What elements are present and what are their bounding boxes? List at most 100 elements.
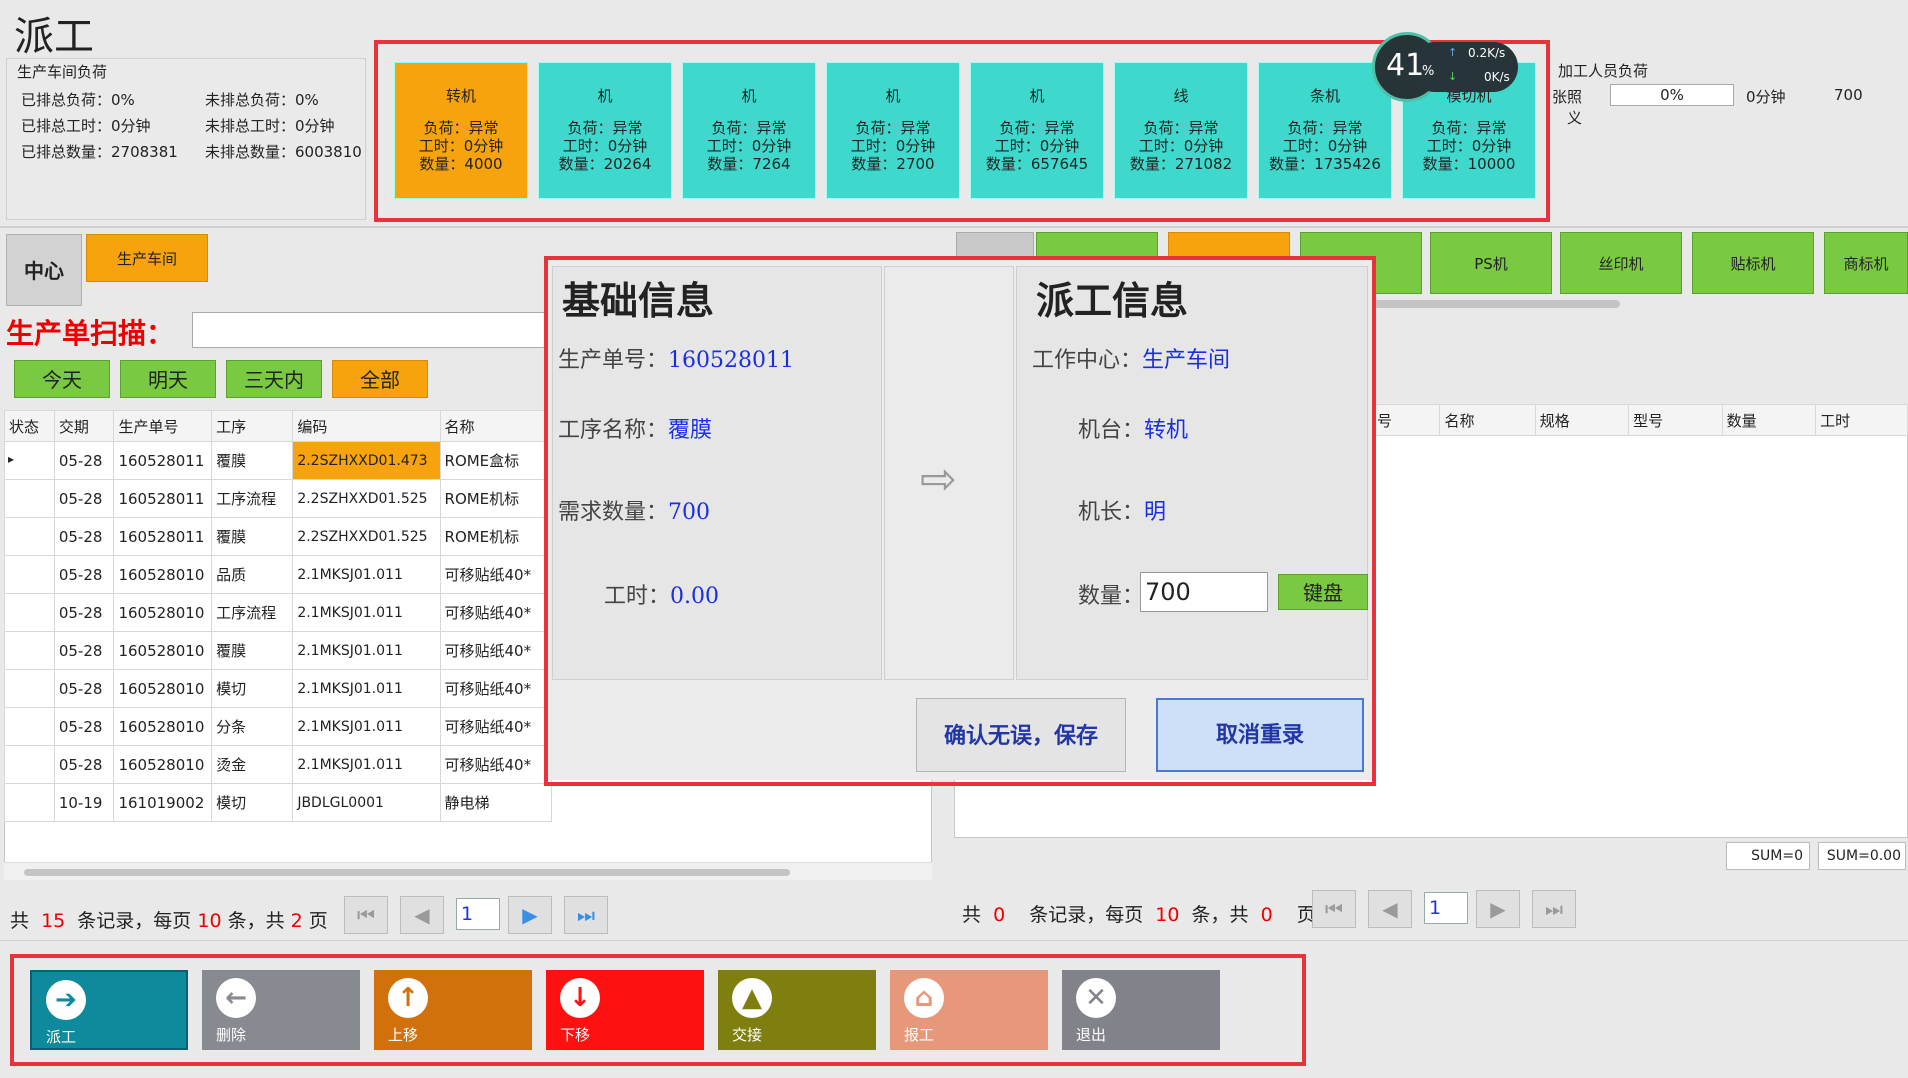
machine-field: 机台：转机 <box>1078 418 1189 443</box>
machine-name: 机 <box>597 87 613 105</box>
table-cell: 05-28 <box>53 745 115 784</box>
right-prev-page-button[interactable]: ◀ <box>1368 890 1412 928</box>
machine-tab[interactable]: 丝印机 <box>1560 232 1682 294</box>
machine-hours: 工时：0分钟 <box>1426 137 1512 155</box>
workshop-load-panel: 生产车间负荷 已排总负荷：0% 未排总负荷：0% 已排总工时：0分钟 未排总工时… <box>6 58 366 220</box>
tab-center[interactable]: 中心 <box>6 234 82 306</box>
table-row[interactable]: 10-19 161019002 模切 JBDLGL0001 静电梯 <box>4 783 553 822</box>
left-last-page-button[interactable]: ⏭ <box>564 896 608 934</box>
machine-card[interactable]: 机负荷：异常 工时：0分钟 数量：7264 <box>682 62 816 199</box>
column-header[interactable]: 状态 <box>4 410 55 442</box>
worker-load-title: 加工人员负荷 <box>1558 62 1649 80</box>
left-first-page-button[interactable]: ⏮ <box>344 896 388 934</box>
column-header[interactable]: 规格 <box>1534 404 1630 436</box>
toolbar-button[interactable]: ↓ 下移 <box>546 970 704 1050</box>
toolbar-button[interactable]: ⌂ 报工 <box>890 970 1048 1050</box>
horizontal-scrollbar[interactable] <box>4 862 932 880</box>
table-cell: 160528010 <box>113 555 213 594</box>
right-page-input[interactable]: 1 <box>1424 892 1468 924</box>
machine-card[interactable]: 机负荷：异常 工时：0分钟 数量：2700 <box>826 62 960 199</box>
right-next-page-button[interactable]: ▶ <box>1476 890 1520 928</box>
machine-hours: 工时：0分钟 <box>1138 137 1224 155</box>
dispatch-info-title: 派工信息 <box>1036 278 1189 323</box>
table-row[interactable]: 05-28 160528010 烫金 2.1MKSJ01.011 可移贴纸40* <box>4 745 553 784</box>
left-next-page-button[interactable]: ▶ <box>508 896 552 934</box>
dispatch-info-pane <box>1016 266 1368 680</box>
tab-workshop[interactable]: 生产车间 <box>86 234 208 282</box>
machine-name: 线 <box>1173 87 1189 105</box>
toolbar-button[interactable]: ▲ 交接 <box>718 970 876 1050</box>
toolbar-button[interactable]: ✕ 退出 <box>1062 970 1220 1050</box>
table-cell <box>4 479 55 518</box>
right-total-records: 0 <box>993 904 1006 926</box>
unscheduled-load: 未排总负荷：0% <box>205 91 319 109</box>
folder-up-icon: ▲ <box>732 978 772 1018</box>
column-header[interactable]: 生产单号 <box>113 410 213 442</box>
table-cell: 160528011 <box>113 441 213 480</box>
column-header[interactable]: 数量 <box>1721 404 1817 436</box>
machine-load: 负荷：异常 <box>1143 119 1219 137</box>
table-cell: 160528010 <box>113 745 213 784</box>
table-cell: 覆膜 <box>211 517 294 556</box>
machine-hours: 工时：0分钟 <box>850 137 936 155</box>
confirm-save-button[interactable]: 确认无误，保存 <box>916 698 1126 772</box>
machine-card[interactable]: 转机 负荷：异常 工时：0分钟 数量：4000 <box>394 62 528 199</box>
scroll-thumb[interactable] <box>24 869 790 876</box>
table-row[interactable]: 05-28 160528010 工序流程 2.1MKSJ01.011 可移贴纸40* <box>4 593 553 632</box>
scan-input[interactable] <box>192 312 552 348</box>
arrow-up-icon: ↑ <box>388 978 428 1018</box>
toolbar-button-label: 报工 <box>904 1026 935 1044</box>
table-cell: 2.2SZHXXD01.525 <box>292 479 441 518</box>
column-header[interactable]: 编码 <box>292 410 441 442</box>
left-prev-page-button[interactable]: ◀ <box>400 896 444 934</box>
machine-card[interactable]: 机负荷：异常 工时：0分钟 数量：657645 <box>970 62 1104 199</box>
machine-card[interactable]: 机负荷：异常 工时：0分钟 数量：20264 <box>538 62 672 199</box>
toolbar-button[interactable]: ↑ 上移 <box>374 970 532 1050</box>
column-header[interactable]: 工时 <box>1815 404 1908 436</box>
table-cell: 160528011 <box>113 517 213 556</box>
table-row[interactable]: 05-28 160528010 覆膜 2.1MKSJ01.011 可移贴纸40* <box>4 631 553 670</box>
left-per-page: 10 <box>197 910 222 932</box>
column-header[interactable]: 型号 <box>1628 404 1723 436</box>
machine-qty: 数量：4000 <box>419 155 503 173</box>
window-title: 派工 <box>14 14 94 60</box>
machine-card[interactable]: 线负荷：异常 工时：0分钟 数量：271082 <box>1114 62 1248 199</box>
cancel-retry-button[interactable]: 取消重录 <box>1156 698 1364 772</box>
day-filter-button[interactable]: 全部 <box>332 360 428 398</box>
arrow-down-icon: ↓ <box>560 978 600 1018</box>
table-row[interactable]: 05-28 160528010 品质 2.1MKSJ01.011 可移贴纸40* <box>4 555 553 594</box>
table-row[interactable]: 05-28 160528011 覆膜 2.2SZHXXD01.473 ROME盒标 <box>4 441 553 480</box>
keyboard-button[interactable]: 键盘 <box>1278 574 1368 610</box>
day-filter-button[interactable]: 明天 <box>120 360 216 398</box>
table-row[interactable]: 05-28 160528010 模切 2.1MKSJ01.011 可移贴纸40* <box>4 669 553 708</box>
right-first-page-button[interactable]: ⏮ <box>1312 890 1356 928</box>
qty-input[interactable]: 700 <box>1140 572 1268 612</box>
table-cell: 2.1MKSJ01.011 <box>292 631 441 670</box>
table-row[interactable]: 05-28 160528010 分条 2.1MKSJ01.011 可移贴纸40* <box>4 707 553 746</box>
demand-value: 700 <box>668 500 711 525</box>
sum-qty: SUM=0 <box>1726 842 1810 870</box>
column-header[interactable]: 交期 <box>53 410 115 442</box>
table-row[interactable]: 05-28 160528011 覆膜 2.2SZHXXD01.525 ROME机标 <box>4 517 553 556</box>
right-last-page-button[interactable]: ⏭ <box>1532 890 1576 928</box>
table-row[interactable]: 05-28 160528011 工序流程 2.2SZHXXD01.525 ROME机标 <box>4 479 553 518</box>
left-page-input[interactable]: 1 <box>456 898 500 930</box>
leader-field: 机长：明 <box>1078 500 1167 525</box>
toolbar-button[interactable]: ➔ 派工 <box>30 970 188 1050</box>
machine-tab[interactable]: 贴标机 <box>1692 232 1814 294</box>
column-header[interactable]: 名称 <box>439 410 553 442</box>
column-header[interactable]: 工序 <box>211 410 294 442</box>
table-cell: 可移贴纸40* <box>439 593 553 632</box>
tab-scroll-thumb[interactable] <box>1360 300 1620 308</box>
close-icon: ✕ <box>1076 978 1116 1018</box>
toolbar-button[interactable]: ← 删除 <box>202 970 360 1050</box>
machine-tab[interactable]: PS机 <box>1430 232 1552 294</box>
column-header[interactable]: 号 <box>1371 404 1441 436</box>
day-filter-button[interactable]: 今天 <box>14 360 110 398</box>
net-percent-unit: % <box>1422 64 1435 79</box>
table-cell: JBDLGL0001 <box>292 783 441 822</box>
table-cell: 05-28 <box>53 669 115 708</box>
day-filter-button[interactable]: 三天内 <box>226 360 322 398</box>
machine-tab[interactable]: 商标机 <box>1824 232 1908 294</box>
column-header[interactable]: 名称 <box>1439 404 1536 436</box>
